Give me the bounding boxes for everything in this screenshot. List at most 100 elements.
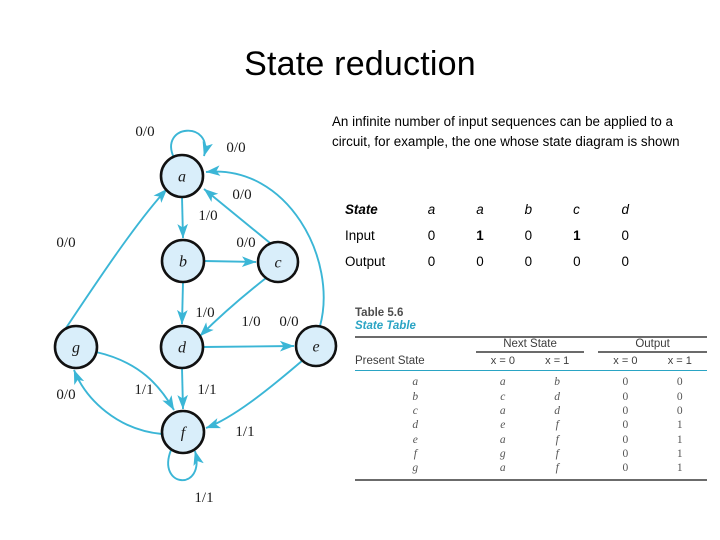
- state-diagram: a b c g d e f 0/0 0/0 0/0 1/0 0/0 0/0 1/…: [8, 100, 343, 520]
- state-node-a[interactable]: a: [159, 153, 205, 199]
- figure-caption-name: State Table: [355, 320, 416, 332]
- seq-cell: 0: [573, 254, 581, 269]
- edge-a-self: [170, 129, 213, 159]
- state-table-body: a a b 0 0 b c d 0 0 c a d 0 0 d e f 0 1 …: [355, 375, 707, 476]
- diagram-nodes: a b c g d e f: [53, 153, 338, 455]
- next-state-x1-cell: f: [555, 462, 559, 475]
- edge-e-to-f: [205, 359, 304, 429]
- present-state-cell: g: [412, 462, 419, 475]
- present-state-cell: d: [412, 419, 419, 432]
- seq-cell: 0: [524, 254, 533, 269]
- output-x1-cell: 1: [676, 462, 683, 475]
- seq-row-label: Input: [345, 228, 375, 243]
- subheader-next-x0: x = 0: [490, 354, 515, 367]
- row-gap: [584, 461, 598, 475]
- present-state-cell: a: [412, 376, 419, 389]
- edge-label: 1/1: [197, 382, 216, 398]
- page-title: State reduction: [244, 45, 476, 83]
- state-table-figure: Table 5.6 State Table Next State Output: [355, 307, 707, 481]
- table-row: d e f 0 1: [355, 418, 707, 432]
- output-x0-cell: 0: [622, 404, 629, 417]
- table-row: b c d 0 0: [355, 389, 707, 403]
- next-state-x0-cell: a: [499, 376, 506, 389]
- table-row: f g f 0 1: [355, 447, 707, 461]
- output-x1-cell: 1: [676, 448, 683, 461]
- next-state-x1-cell: f: [555, 419, 559, 432]
- state-node-e-label: e: [312, 339, 319, 356]
- output-x1-cell: 1: [676, 433, 683, 446]
- state-node-b-label: b: [179, 254, 187, 271]
- slide-canvas: State reduction An infinite number of in…: [0, 0, 720, 540]
- subheader-out-x0: x = 0: [613, 354, 638, 367]
- seq-cell: 0: [621, 228, 629, 243]
- subheader-gap: [584, 353, 598, 370]
- next-state-x0-cell: a: [499, 433, 506, 446]
- row-gap: [584, 404, 598, 418]
- output-x0-cell: 0: [622, 448, 629, 461]
- state-node-b[interactable]: b: [160, 238, 206, 284]
- edge-label: 1/1: [235, 424, 254, 440]
- edge-b-to-c: [203, 256, 257, 268]
- output-x1-cell: 0: [676, 390, 683, 403]
- table-row: c a d 0 0: [355, 404, 707, 418]
- table-row: e a f 0 1: [355, 433, 707, 447]
- table-row: Output 0 0 0 0 0: [345, 250, 670, 276]
- next-state-x1-cell: f: [555, 448, 559, 461]
- state-node-d[interactable]: d: [159, 324, 205, 370]
- row-gap: [584, 389, 598, 403]
- edge-label: 0/0: [236, 235, 255, 251]
- output-x0-cell: 0: [622, 376, 629, 389]
- group-header-row: Next State Output: [355, 338, 707, 351]
- output-x1-cell: 1: [676, 419, 683, 432]
- seq-cell: 0: [476, 254, 484, 269]
- table-row: State a a b c d: [345, 198, 670, 224]
- edge-label: 0/0: [135, 124, 154, 140]
- edge-label: 1/0: [241, 314, 260, 330]
- seq-cell: 0: [621, 254, 629, 269]
- edge-f-to-g: [73, 369, 163, 435]
- seq-cell: 1: [573, 228, 581, 243]
- state-node-g[interactable]: g: [53, 324, 99, 370]
- group-header-spacer: [355, 338, 476, 351]
- next-state-x1-cell: f: [555, 433, 559, 446]
- edge-label: 0/0: [279, 314, 298, 330]
- state-node-c[interactable]: c: [256, 240, 300, 284]
- edge-g-to-f: [95, 351, 175, 411]
- edge-label: 0/0: [232, 187, 251, 203]
- table-header-teal-rule: [355, 369, 707, 371]
- state-node-a-label: a: [178, 169, 186, 186]
- seq-cell: 1: [476, 228, 484, 243]
- next-state-x0-cell: c: [500, 390, 506, 403]
- edge-label: 0/0: [226, 140, 245, 156]
- present-state-header: Present State: [355, 354, 425, 367]
- seq-cell: a: [427, 202, 436, 217]
- table-row: g a f 0 1: [355, 461, 707, 475]
- row-gap: [584, 375, 598, 389]
- present-state-cell: f: [413, 448, 417, 461]
- state-node-d-label: d: [178, 340, 187, 357]
- state-node-f[interactable]: f: [160, 409, 206, 455]
- state-node-e[interactable]: e: [294, 324, 338, 368]
- table-row: Input 0 1 0 1 0: [345, 224, 670, 250]
- row-gap: [584, 433, 598, 447]
- subheader-next-x1: x = 1: [545, 354, 570, 367]
- edge-b-to-d: [177, 281, 188, 325]
- row-gap: [584, 418, 598, 432]
- row-gap: [584, 447, 598, 461]
- next-state-x0-cell: e: [500, 419, 506, 432]
- next-state-x0-cell: g: [499, 448, 506, 461]
- edge-label: 1/0: [195, 305, 214, 321]
- edge-d-to-f: [177, 367, 188, 410]
- output-x1-cell: 0: [676, 376, 683, 389]
- table-bottom-rule: [355, 478, 707, 481]
- body-paragraph: An infinite number of input sequences ca…: [332, 114, 680, 149]
- present-state-cell: e: [412, 433, 418, 446]
- edge-label: 0/0: [56, 235, 75, 251]
- output-x1-cell: 0: [676, 404, 683, 417]
- next-state-x1-cell: d: [554, 390, 561, 403]
- input-sequence-table: State a a b c d Input 0 1 0 1 0 Output 0…: [345, 198, 670, 276]
- seq-cell: 0: [524, 228, 533, 243]
- next-state-x0-cell: a: [499, 462, 506, 475]
- edge-a-to-b: [177, 196, 188, 239]
- present-state-cell: b: [412, 390, 419, 403]
